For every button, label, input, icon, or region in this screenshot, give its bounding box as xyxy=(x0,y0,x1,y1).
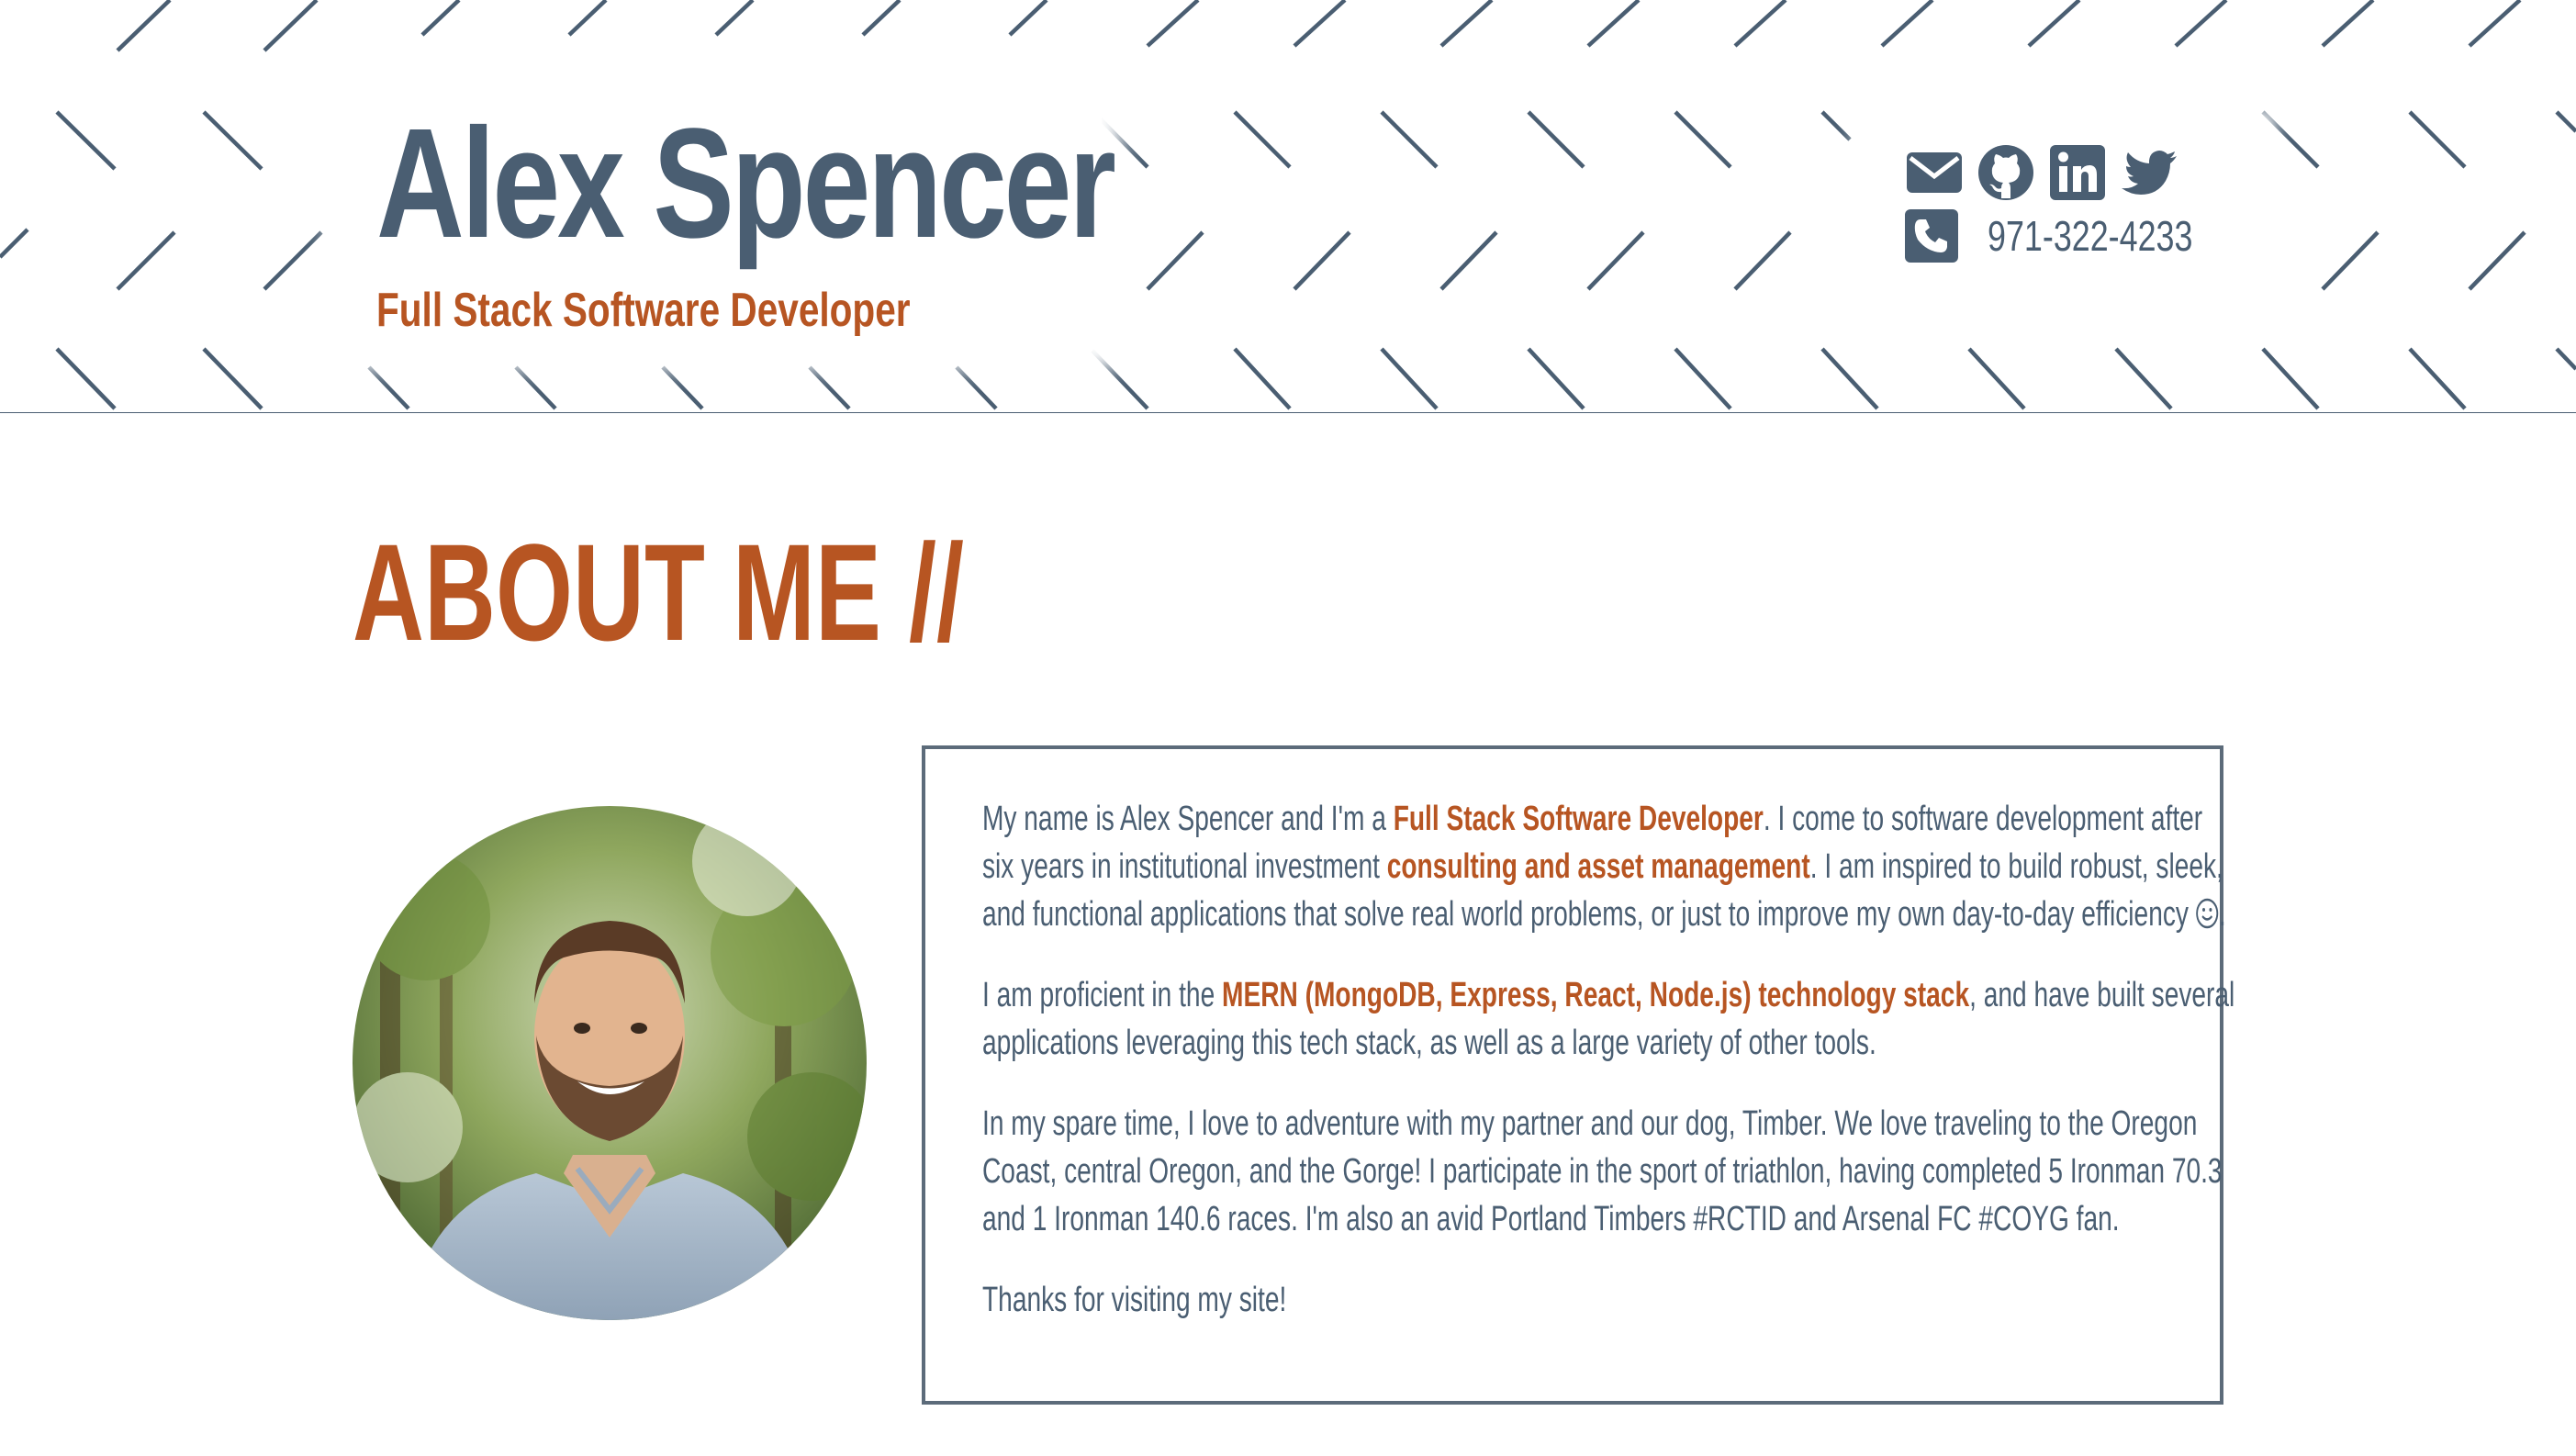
about-heading: ABOUT ME // xyxy=(353,515,964,669)
highlight-text: Full Stack Software Developer xyxy=(1393,800,1764,838)
github-icon[interactable] xyxy=(1977,143,2035,202)
header-divider xyxy=(0,412,2576,413)
about-paragraph-2: I am proficient in the MERN (MongoDB, Ex… xyxy=(982,971,2239,1067)
highlight-text: consulting and asset management xyxy=(1386,847,1810,886)
site-subtitle: Full Stack Software Developer xyxy=(376,284,911,337)
about-paragraph-1: My name is Alex Spencer and I'm a Full S… xyxy=(982,795,2239,938)
profile-photo xyxy=(353,806,867,1320)
about-text-box: My name is Alex Spencer and I'm a Full S… xyxy=(922,745,2234,1405)
contact-links: 971-322-4233 xyxy=(1873,127,2258,283)
about-text: My name is Alex Spencer and I'm a xyxy=(982,800,1394,838)
phone-icon[interactable] xyxy=(1905,209,1958,263)
highlight-text: MERN (MongoDB, Express, React, Node.js) … xyxy=(1222,976,1970,1014)
site-header: Alex Spencer Full Stack Software Develop… xyxy=(0,0,2576,413)
about-paragraph-3: In my spare time, I love to adventure wi… xyxy=(982,1104,2223,1238)
phone-number[interactable]: 971-322-4233 xyxy=(1988,209,2192,263)
linkedin-icon[interactable] xyxy=(2048,143,2107,202)
about-paragraph-4: Thanks for visiting my site! xyxy=(982,1281,1287,1319)
site-name: Alex Spencer xyxy=(376,96,1116,271)
about-text: . xyxy=(2218,895,2226,934)
envelope-icon[interactable] xyxy=(1905,143,1964,202)
smiley-icon xyxy=(2196,898,2219,929)
about-text: I am proficient in the xyxy=(982,976,1223,1014)
twitter-icon[interactable] xyxy=(2120,143,2178,202)
name-block: Alex Spencer Full Stack Software Develop… xyxy=(349,92,1116,349)
